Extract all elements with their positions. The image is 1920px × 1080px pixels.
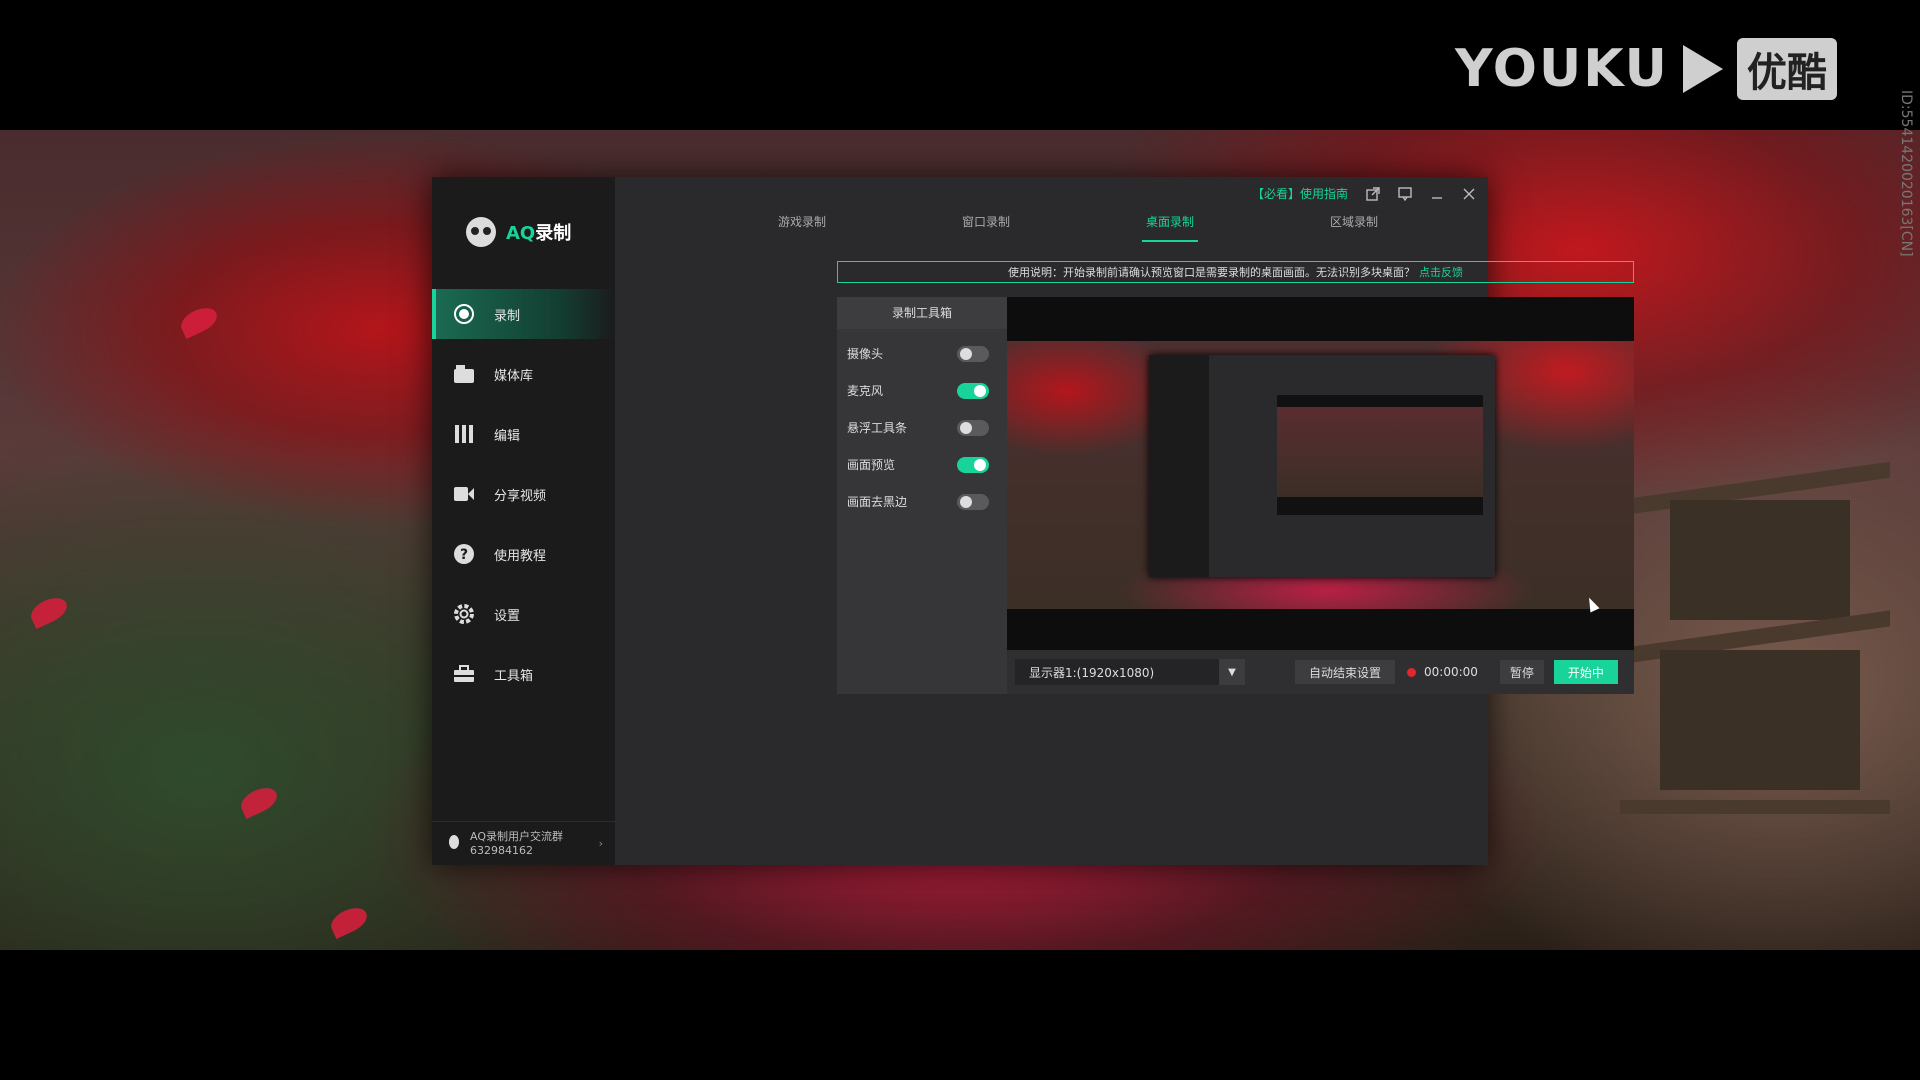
record-toolbox: 录制工具箱 摄像头 麦克风 悬浮工具条 画面预览 画面去黑边 [837,297,1007,694]
desktop-preview [1007,297,1634,650]
sidebar-item-tutorial[interactable]: ? 使用教程 [432,529,615,579]
penguin-icon [448,834,460,854]
display-select[interactable]: 显示器1:(1920x1080) ▼ [1015,659,1245,685]
camera-toggle[interactable] [957,345,989,362]
sidebar-item-label: 工具箱 [494,668,534,684]
user-group-link[interactable]: AQ录制用户交流群 632984162 › [432,821,615,865]
youku-logo-cn: 优酷 [1736,38,1837,100]
microphone-toggle[interactable] [957,382,989,399]
preview-image [1007,341,1634,613]
petal-decoration [327,903,371,939]
video-id-text: ID:5541420020163[CN] [1898,90,1914,257]
sidebar-item-label: 编辑 [494,428,521,444]
sidebar-item-label: 录制 [494,308,521,324]
titlebar: 【必看】使用指南 [1252,185,1476,202]
youku-watermark: YOUKU 优酷 [1455,38,1837,100]
sidebar-item-label: 使用教程 [494,548,547,564]
petal-decoration [177,303,221,339]
toolbox-item-camera: 摄像头 [837,335,1007,372]
auto-end-settings-button[interactable]: 自动结束设置 [1295,660,1396,684]
petal-decoration [237,783,281,819]
preview-toggle[interactable] [957,456,989,473]
usage-notice: 使用说明：开始录制前请确认预览窗口是需要录制的桌面画面。无法识别多块桌面？ 点击… [837,261,1634,283]
minimize-icon[interactable] [1430,187,1444,201]
record-controls: 显示器1:(1920x1080) ▼ 自动结束设置 00:00:00 暂停 开始… [1007,650,1634,694]
chevron-right-icon: › [598,836,603,850]
play-arrow-icon [1682,45,1723,93]
floating-toolbar-toggle[interactable] [957,419,989,436]
record-indicator-icon [1407,667,1417,677]
remove-black-border-toggle[interactable] [957,493,989,510]
toolbox-item-microphone: 麦克风 [837,372,1007,409]
tab-desktop-record[interactable]: 桌面录制 [1078,213,1262,242]
toolbox-title: 录制工具箱 [837,297,1007,329]
chevron-down-icon[interactable]: ▼ [1219,659,1245,685]
brand: AQ录制 [432,177,615,257]
toolbox-icon [452,662,476,686]
record-timer: 00:00:00 [1424,665,1478,679]
tab-region-record[interactable]: 区域录制 [1262,213,1446,242]
user-group-text: AQ录制用户交流群 632984162 [470,829,563,857]
sidebar-item-edit[interactable]: 编辑 [432,409,615,459]
youku-logo-text: YOUKU [1455,39,1669,99]
pause-button[interactable]: 暂停 [1499,660,1544,684]
toolbox-item-remove-black-border: 画面去黑边 [837,483,1007,520]
gear-icon [452,602,476,626]
owl-logo-icon [466,217,496,247]
nested-app-window-image [1149,355,1495,577]
aq-recorder-window: AQ录制 录制 媒体库 编辑 分享视频 ? 使用教程 设置 工具箱 AQ录制用户… [432,177,1634,865]
start-button[interactable]: 开始中 [1553,660,1618,684]
help-icon: ? [452,542,476,566]
tab-game-record[interactable]: 游戏录制 [710,213,894,242]
sidebar-item-media-library[interactable]: 媒体库 [432,349,615,399]
notice-text: 使用说明：开始录制前请确认预览窗口是需要录制的桌面画面。无法识别多块桌面？ [1008,266,1415,279]
display-select-value: 显示器1:(1920x1080) [1029,665,1155,680]
svg-text:?: ? [460,547,468,563]
feedback-link[interactable]: 点击反馈 [1419,264,1463,280]
sidebar-item-label: 设置 [494,608,521,624]
main-panel: 【必看】使用指南 游戏录制 窗口录制 桌面录制 区域录制 使用说明：开始录制前请… [615,177,1634,865]
sidebar: AQ录制 录制 媒体库 编辑 分享视频 ? 使用教程 设置 工具箱 AQ录制用户… [432,177,615,865]
sidebar-item-record[interactable]: 录制 [432,289,615,339]
toolbox-item-preview: 画面预览 [837,446,1007,483]
record-icon [452,302,476,326]
media-library-icon [452,362,476,386]
close-icon[interactable] [1462,187,1476,201]
feedback-icon[interactable] [1398,186,1412,201]
share-video-icon [452,482,476,506]
sidebar-item-label: 分享视频 [494,488,547,504]
user-guide-link[interactable]: 【必看】使用指南 [1252,185,1348,202]
sidebar-item-share-video[interactable]: 分享视频 [432,469,615,519]
edit-icon [452,422,476,446]
sidebar-item-label: 媒体库 [494,368,534,384]
app-name: AQ录制 [506,223,572,244]
petal-decoration [27,593,71,629]
sidebar-item-settings[interactable]: 设置 [432,589,615,639]
sidebar-nav: 录制 媒体库 编辑 分享视频 ? 使用教程 设置 工具箱 [432,289,615,699]
toolbox-item-floating-toolbar: 悬浮工具条 [837,409,1007,446]
external-link-icon[interactable] [1366,186,1380,201]
pagoda-decoration [1590,390,1890,950]
record-mode-tabs: 游戏录制 窗口录制 桌面录制 区域录制 [710,213,1446,242]
mouse-cursor-icon [1584,595,1600,613]
tab-window-record[interactable]: 窗口录制 [894,213,1078,242]
sidebar-item-toolbox[interactable]: 工具箱 [432,649,615,699]
